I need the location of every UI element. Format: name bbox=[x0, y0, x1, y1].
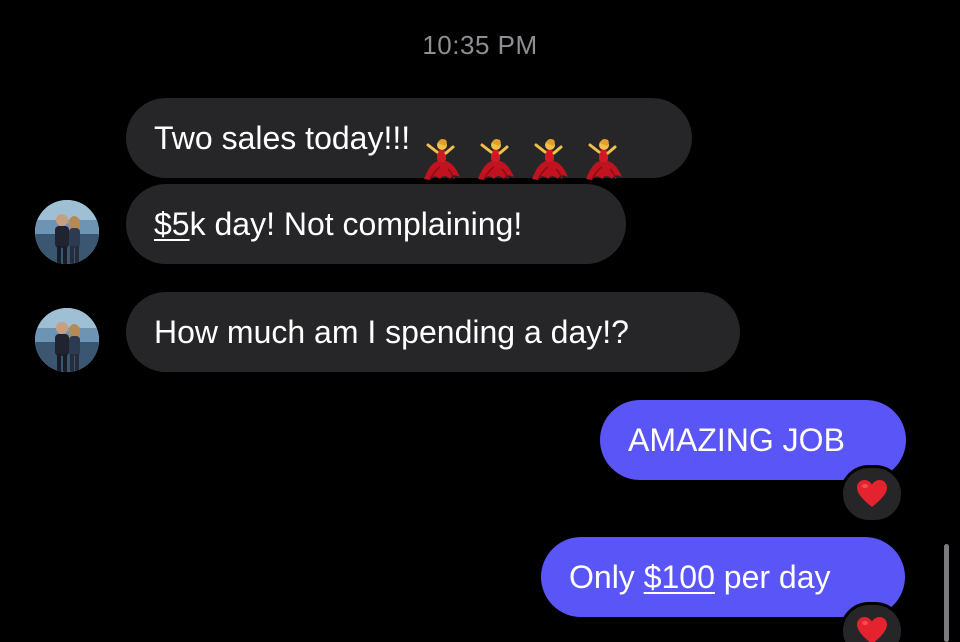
dancer-emoji-group bbox=[416, 116, 632, 166]
contact-avatar[interactable] bbox=[35, 200, 99, 264]
message-text: Two sales today!!! bbox=[154, 120, 411, 156]
message-timestamp: 10:35 PM bbox=[422, 30, 538, 60]
incoming-message-bubble[interactable]: $5k day! Not complaining! bbox=[126, 184, 626, 264]
outgoing-message-bubble[interactable]: Only $100 per day bbox=[541, 537, 905, 617]
message-text: AMAZING JOB bbox=[628, 422, 845, 458]
reaction-badge[interactable] bbox=[840, 465, 904, 523]
message-text-prefix: Only bbox=[569, 559, 644, 595]
contact-photo bbox=[35, 308, 99, 372]
heart-reaction-icon bbox=[856, 479, 888, 509]
incoming-message-bubble[interactable]: Two sales today!!! bbox=[126, 98, 692, 178]
heart-reaction-icon bbox=[856, 616, 888, 642]
reaction-badge[interactable] bbox=[840, 602, 904, 642]
message-text: How much am I spending a day!? bbox=[154, 314, 629, 350]
dollar-amount-link[interactable]: $5 bbox=[154, 206, 190, 242]
dancer-emoji-icon bbox=[524, 133, 574, 183]
message-text: k day! Not complaining! bbox=[189, 206, 523, 242]
contact-photo bbox=[35, 200, 99, 264]
contact-avatar[interactable] bbox=[35, 308, 99, 372]
dancer-emoji-icon bbox=[470, 133, 520, 183]
dancer-emoji-icon bbox=[578, 133, 628, 183]
incoming-message-bubble[interactable]: How much am I spending a day!? bbox=[126, 292, 740, 372]
message-text-suffix: per day bbox=[714, 559, 831, 595]
dollar-amount-link[interactable]: $100 bbox=[644, 559, 715, 595]
dancer-emoji-icon bbox=[416, 133, 466, 183]
scrollbar[interactable] bbox=[944, 544, 949, 642]
